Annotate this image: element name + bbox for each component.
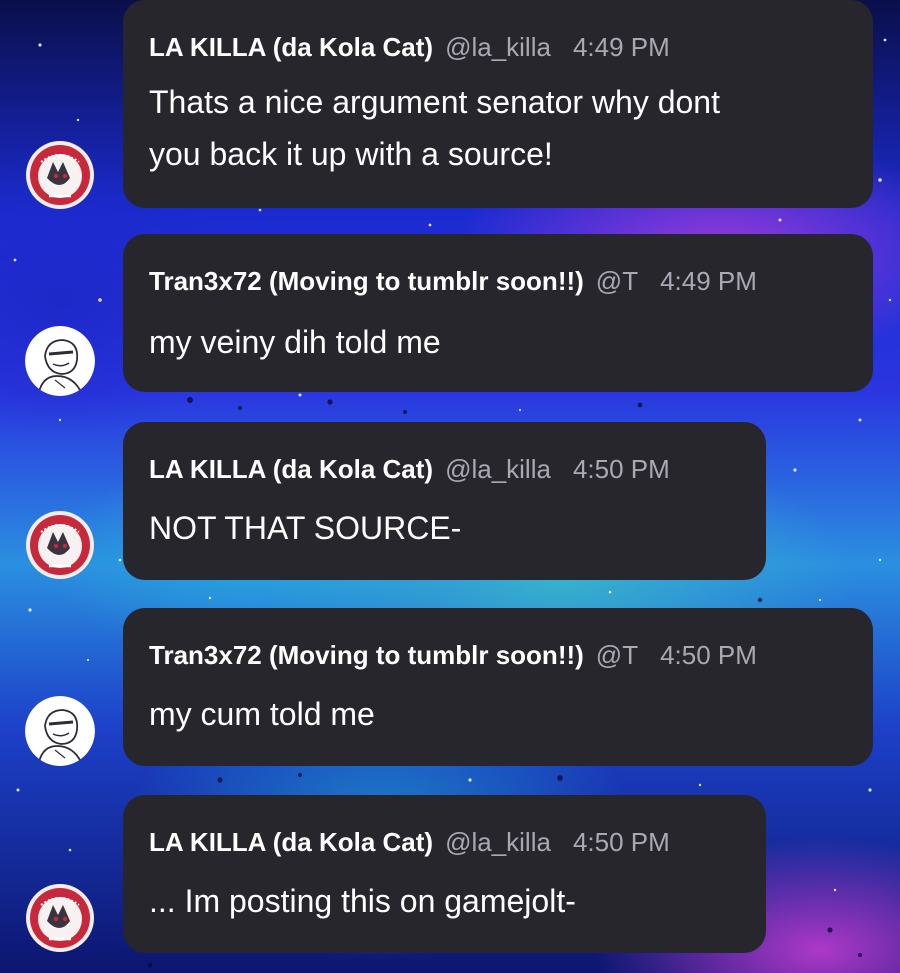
timestamp: 4:49 PM bbox=[660, 266, 757, 296]
chat-message: Tran3x72 (Moving to tumblr soon!!) @T 4:… bbox=[0, 234, 900, 396]
username[interactable]: LA KILLA (da Kola Cat) bbox=[149, 825, 433, 859]
message-line: you back it up with a source! bbox=[149, 136, 553, 172]
message-bubble[interactable]: LA KILLA (da Kola Cat) @la_killa 4:49 PM… bbox=[123, 0, 873, 208]
red-badge-cat-avatar-icon[interactable] bbox=[25, 883, 95, 953]
message-text: ... Im posting this on gamejolt- bbox=[149, 875, 746, 927]
message-bubble[interactable]: LA KILLA (da Kola Cat) @la_killa 4:50 PM… bbox=[123, 422, 766, 580]
message-line: ... Im posting this on gamejolt- bbox=[149, 883, 576, 919]
message-text: Thats a nice argument senator why dont y… bbox=[149, 76, 853, 180]
user-handle[interactable]: @la_killa bbox=[445, 825, 551, 859]
message-text: my cum told me bbox=[149, 688, 853, 740]
username[interactable]: Tran3x72 (Moving to tumblr soon!!) bbox=[149, 264, 584, 298]
message-line: my veiny dih told me bbox=[149, 324, 441, 360]
user-handle[interactable]: @T bbox=[596, 264, 638, 298]
chat-message: Tran3x72 (Moving to tumblr soon!!) @T 4:… bbox=[0, 608, 900, 768]
username[interactable]: LA KILLA (da Kola Cat) bbox=[149, 30, 433, 64]
message-text: NOT THAT SOURCE- bbox=[149, 502, 746, 554]
timestamp: 4:50 PM bbox=[572, 827, 670, 857]
message-line: NOT THAT SOURCE- bbox=[149, 510, 462, 546]
message-header: LA KILLA (da Kola Cat) @la_killa 4:50 PM bbox=[149, 452, 740, 486]
chat-message: LA KILLA (da Kola Cat) @la_killa 4:49 PM… bbox=[0, 0, 900, 210]
message-bubble[interactable]: Tran3x72 (Moving to tumblr soon!!) @T 4:… bbox=[123, 608, 873, 766]
timestamp: 4:50 PM bbox=[660, 640, 757, 670]
sketch-character-avatar-icon[interactable] bbox=[25, 326, 95, 396]
sketch-character-avatar-icon[interactable] bbox=[25, 696, 95, 766]
username[interactable]: LA KILLA (da Kola Cat) bbox=[149, 452, 433, 486]
chat-message: LA KILLA (da Kola Cat) @la_killa 4:50 PM… bbox=[0, 795, 900, 973]
chat-message: LA KILLA (da Kola Cat) @la_killa 4:50 PM… bbox=[0, 422, 900, 582]
user-handle[interactable]: @la_killa bbox=[445, 452, 551, 486]
user-handle[interactable]: @T bbox=[596, 638, 638, 672]
message-bubble[interactable]: Tran3x72 (Moving to tumblr soon!!) @T 4:… bbox=[123, 234, 873, 392]
message-bubble[interactable]: LA KILLA (da Kola Cat) @la_killa 4:50 PM… bbox=[123, 795, 766, 953]
red-badge-cat-avatar-icon[interactable] bbox=[25, 510, 95, 580]
message-header: LA KILLA (da Kola Cat) @la_killa 4:50 PM bbox=[149, 825, 740, 859]
message-line: my cum told me bbox=[149, 696, 375, 732]
message-line: Thats a nice argument senator why dont bbox=[149, 84, 720, 120]
timestamp: 4:50 PM bbox=[572, 454, 670, 484]
message-header: LA KILLA (da Kola Cat) @la_killa 4:49 PM bbox=[149, 30, 847, 64]
message-header: Tran3x72 (Moving to tumblr soon!!) @T 4:… bbox=[149, 638, 847, 672]
timestamp: 4:49 PM bbox=[572, 32, 670, 62]
red-badge-cat-avatar-icon[interactable] bbox=[25, 140, 95, 210]
message-text: my veiny dih told me bbox=[149, 316, 853, 368]
username[interactable]: Tran3x72 (Moving to tumblr soon!!) bbox=[149, 638, 584, 672]
message-header: Tran3x72 (Moving to tumblr soon!!) @T 4:… bbox=[149, 264, 847, 298]
user-handle[interactable]: @la_killa bbox=[445, 30, 551, 64]
